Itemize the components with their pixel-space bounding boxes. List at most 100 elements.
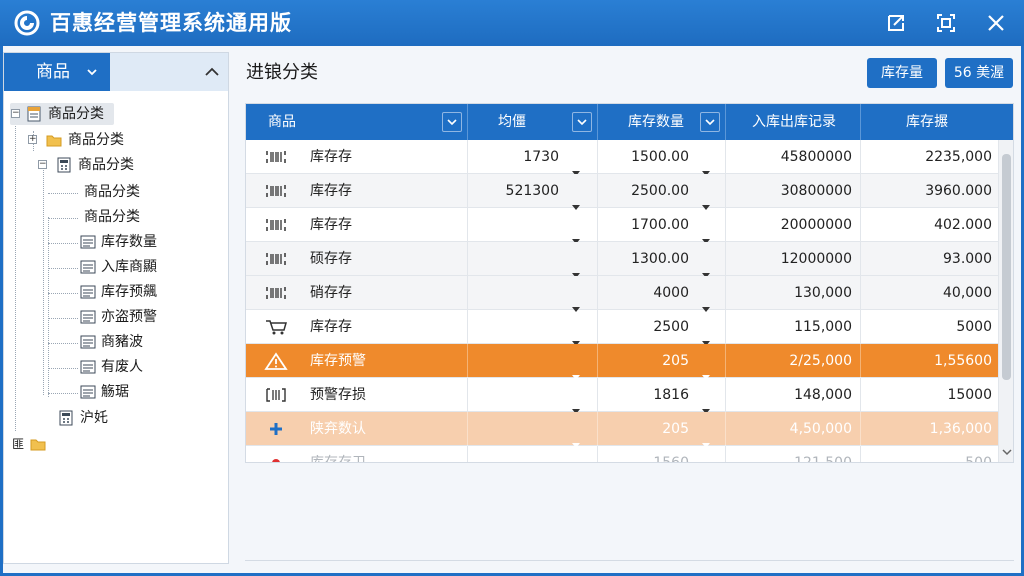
quantity-cell[interactable]: 2500.00 bbox=[598, 174, 726, 210]
table-row[interactable]: 库存存 1700.00 20000000 402.000 bbox=[246, 208, 998, 244]
price-cell[interactable] bbox=[468, 446, 598, 462]
caret-down-icon[interactable] bbox=[572, 461, 580, 462]
tree-node[interactable]: 商品分类 bbox=[84, 181, 154, 203]
price-cell[interactable] bbox=[468, 344, 598, 380]
restore-button[interactable] bbox=[934, 11, 958, 35]
table-row[interactable]: 硝存存 4000 130,000 40,000 bbox=[246, 276, 998, 312]
stock-value: 5000 bbox=[956, 319, 992, 335]
filter-button[interactable] bbox=[442, 112, 462, 132]
table-row[interactable]: 陕弃数认 205 4,50,000 1,36,000 bbox=[246, 412, 998, 448]
price-cell[interactable]: 1730 bbox=[468, 140, 598, 176]
collapse-toggle[interactable]: − bbox=[11, 109, 20, 118]
scroll-thumb[interactable] bbox=[1002, 154, 1011, 380]
expand-toggle[interactable]: + bbox=[28, 135, 37, 144]
caret-down-icon[interactable] bbox=[572, 393, 580, 414]
column-header-price[interactable]: 均僵 bbox=[468, 104, 598, 140]
record-value: 121,500 bbox=[794, 455, 852, 463]
caret-down-icon[interactable] bbox=[702, 223, 710, 244]
other-button[interactable]: 56 美渥 bbox=[945, 58, 1013, 88]
table-row[interactable]: 库存预警 205 2/25,000 1,55600 bbox=[246, 344, 998, 380]
chevron-up-icon[interactable] bbox=[204, 65, 220, 79]
column-header-value[interactable]: 库存搌 bbox=[861, 104, 1013, 140]
tree-node[interactable]: − 商品分类 bbox=[10, 103, 114, 125]
tree-node[interactable]: + 商品分类 bbox=[26, 129, 146, 151]
list-icon bbox=[80, 285, 96, 299]
tree-node[interactable]: 亦盗预警 bbox=[80, 306, 170, 328]
record-value: 45800000 bbox=[780, 149, 852, 165]
caret-down-icon[interactable] bbox=[572, 291, 580, 312]
tree-node[interactable]: 觞琚 bbox=[80, 381, 170, 403]
caret-down-icon[interactable] bbox=[702, 325, 710, 346]
tree-node[interactable]: 沪奼 bbox=[58, 407, 148, 429]
price-cell[interactable] bbox=[468, 310, 598, 346]
price-cell[interactable] bbox=[468, 412, 598, 448]
filter-button[interactable] bbox=[700, 112, 720, 132]
stock-button[interactable]: 库存量 bbox=[867, 58, 937, 88]
quantity-cell[interactable]: 1500.00 bbox=[598, 140, 726, 176]
table-row[interactable]: 库存存 521300 2500.00 30800000 3960.000 bbox=[246, 174, 998, 210]
table-row[interactable]: 库存存 1730 1500.00 45800000 2235,000 bbox=[246, 140, 998, 176]
tree-node[interactable]: 商豬波 bbox=[80, 331, 170, 353]
app-window: 百惠经营管理系统通用版 商品 − 商品分类 + 商品分类 − 商品分类 商品分类… bbox=[0, 0, 1024, 576]
caret-down-icon[interactable] bbox=[572, 257, 580, 278]
tree-node-label: 沪奼 bbox=[80, 410, 108, 426]
stock-value: 500 bbox=[965, 455, 992, 463]
price-value: 1730 bbox=[523, 149, 559, 165]
tree-node[interactable]: 库存预飆 bbox=[80, 281, 170, 303]
caret-down-icon[interactable] bbox=[572, 155, 580, 176]
caret-down-icon[interactable] bbox=[572, 427, 580, 448]
quantity-cell[interactable]: 1816 bbox=[598, 378, 726, 414]
caret-down-icon[interactable] bbox=[702, 189, 710, 210]
export-button[interactable] bbox=[884, 11, 908, 35]
caret-down-icon[interactable] bbox=[572, 359, 580, 380]
table-row[interactable]: 库存存卫 1560 121,500 500 bbox=[246, 446, 998, 463]
quantity-cell[interactable]: 1700.00 bbox=[598, 208, 726, 244]
filter-button[interactable] bbox=[572, 112, 592, 132]
column-header-records[interactable]: 入库出库记录 bbox=[726, 104, 861, 140]
app-logo-icon bbox=[14, 10, 40, 36]
table-row[interactable]: 硕存存 1300.00 12000000 93.000 bbox=[246, 242, 998, 278]
tree-node[interactable]: − 商品分类 bbox=[34, 154, 154, 176]
category-dropdown[interactable]: 商品 bbox=[4, 53, 110, 91]
price-cell[interactable] bbox=[468, 242, 598, 278]
close-button[interactable] bbox=[984, 11, 1008, 35]
app-title: 百惠经营管理系统通用版 bbox=[50, 11, 292, 35]
vertical-scrollbar[interactable] bbox=[998, 140, 1013, 462]
quantity-cell[interactable]: 1300.00 bbox=[598, 242, 726, 278]
caret-down-icon[interactable] bbox=[702, 257, 710, 278]
caret-down-icon[interactable] bbox=[702, 155, 710, 176]
column-header-quantity[interactable]: 库存数量 bbox=[598, 104, 726, 140]
quantity-cell[interactable]: 1560 bbox=[598, 446, 726, 462]
tree-node[interactable]: 库存数量 bbox=[80, 231, 170, 253]
table-row[interactable]: 预警存损 1816 148,000 15000 bbox=[246, 378, 998, 414]
price-cell[interactable] bbox=[468, 276, 598, 312]
tree-node[interactable]: 入库商顯 bbox=[80, 256, 170, 278]
scanner-icon bbox=[266, 388, 286, 402]
chevron-down-icon[interactable] bbox=[1002, 448, 1012, 456]
tree-node-label: 商品分类 bbox=[84, 184, 140, 200]
tree-node[interactable]: 商品分类 bbox=[84, 206, 154, 228]
quantity-cell[interactable]: 205 bbox=[598, 412, 726, 448]
caret-down-icon[interactable] bbox=[702, 359, 710, 380]
quantity-cell[interactable]: 2500 bbox=[598, 310, 726, 346]
tree-node[interactable]: 匪 bbox=[12, 433, 72, 455]
price-cell[interactable] bbox=[468, 208, 598, 244]
caret-down-icon[interactable] bbox=[572, 189, 580, 210]
barcode-icon bbox=[266, 219, 286, 231]
price-cell[interactable]: 521300 bbox=[468, 174, 598, 210]
tree-node[interactable]: 有废人 bbox=[80, 356, 170, 378]
quantity-cell[interactable]: 4000 bbox=[598, 276, 726, 312]
caret-down-icon[interactable] bbox=[702, 461, 710, 462]
caret-down-icon[interactable] bbox=[572, 325, 580, 346]
column-header-product[interactable]: 商品 bbox=[246, 104, 468, 140]
page-title: 进锒分类 bbox=[246, 62, 318, 83]
table-row[interactable]: 库存存 2500 115,000 5000 bbox=[246, 310, 998, 346]
collapse-toggle[interactable]: − bbox=[38, 160, 47, 169]
caret-down-icon[interactable] bbox=[572, 223, 580, 244]
quantity-cell[interactable]: 205 bbox=[598, 344, 726, 380]
price-cell[interactable] bbox=[468, 378, 598, 414]
caret-down-icon[interactable] bbox=[702, 393, 710, 414]
caret-down-icon[interactable] bbox=[702, 427, 710, 448]
caret-down-icon[interactable] bbox=[702, 291, 710, 312]
value-cell: 1,55600 bbox=[861, 344, 998, 378]
